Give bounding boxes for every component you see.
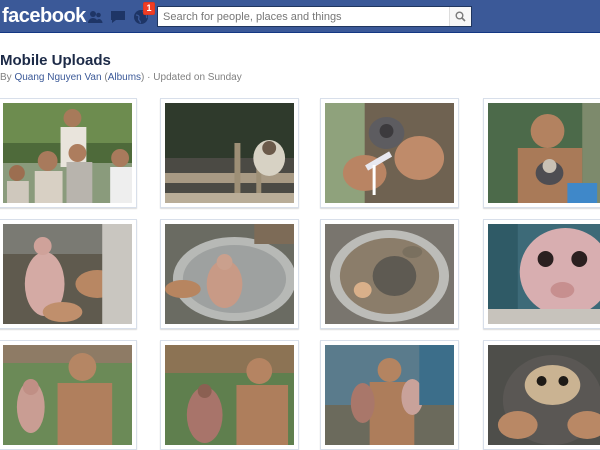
photo-image [325, 345, 454, 445]
photo-thumbnail[interactable] [483, 340, 600, 450]
photo-image [3, 103, 132, 203]
photo-grid [0, 98, 600, 450]
photo-thumbnail[interactable] [320, 340, 459, 450]
friends-icon[interactable] [86, 8, 104, 26]
album-title: Mobile Uploads [0, 52, 111, 69]
updated-text: Updated on Sunday [153, 72, 242, 83]
facebook-logo[interactable]: facebook [0, 3, 86, 29]
photo-thumbnail[interactable] [0, 219, 137, 329]
search-button[interactable] [449, 7, 471, 26]
search-box [157, 6, 472, 27]
byline-separator: · [147, 72, 151, 83]
search-input[interactable] [158, 7, 448, 26]
photo-image [3, 224, 132, 324]
photo-thumbnail[interactable] [320, 219, 459, 329]
photo-thumbnail[interactable] [483, 219, 600, 329]
top-bar: facebook 1 [0, 0, 600, 33]
notification-badge: 1 [143, 2, 155, 15]
photo-image [488, 103, 600, 203]
albums-link[interactable]: Albums [108, 72, 141, 83]
photo-image [165, 224, 294, 324]
photo-thumbnail[interactable] [160, 219, 299, 329]
photo-image [325, 224, 454, 324]
photo-image [488, 345, 600, 445]
author-link[interactable]: Quang Nguyen Van [14, 72, 101, 83]
messages-icon[interactable] [109, 8, 127, 26]
photo-image [488, 224, 600, 324]
jewel-icons: 1 [86, 2, 155, 26]
photo-thumbnail[interactable] [0, 98, 137, 208]
paren-close: ) [141, 72, 145, 83]
byline-by: By [0, 72, 12, 83]
photo-image [3, 345, 132, 445]
search-icon [455, 11, 466, 22]
photo-image [165, 103, 294, 203]
photo-image [165, 345, 294, 445]
photo-thumbnail[interactable] [320, 98, 459, 208]
photo-thumbnail[interactable] [160, 340, 299, 450]
photo-thumbnail[interactable] [160, 98, 299, 208]
photo-thumbnail[interactable] [0, 340, 137, 450]
album-byline: By Quang Nguyen Van (Albums) · Updated o… [0, 72, 242, 83]
photo-thumbnail[interactable] [483, 98, 600, 208]
photo-image [325, 103, 454, 203]
